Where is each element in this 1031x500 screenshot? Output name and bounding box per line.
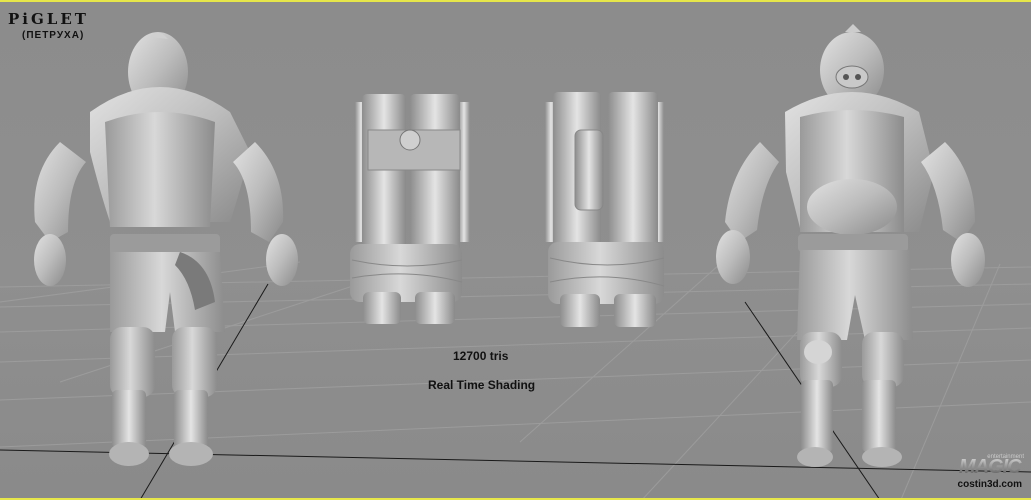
brand-logo: entertainment MAGIC costin3d.com [957,454,1024,490]
logo-small-text: entertainment [987,454,1024,460]
character-back-view [34,32,298,466]
backpack-back-view [545,92,665,327]
website-url: costin3d.com [957,479,1022,490]
scene-canvas [0,24,1031,498]
3d-viewport[interactable]: PiGLET (ПЕТРУХА) 12700 tris Real Time Sh… [0,0,1031,500]
character-front-view [716,24,985,467]
backpack-front-view [350,94,470,324]
title-block: PiGLET (ПЕТРУХА) [8,10,89,41]
title-text: PiGLET [8,10,89,28]
triangle-count: 12700 tris [453,349,509,363]
shading-label: Real Time Shading [428,378,536,392]
subtitle-text: (ПЕТРУХА) [22,30,85,41]
